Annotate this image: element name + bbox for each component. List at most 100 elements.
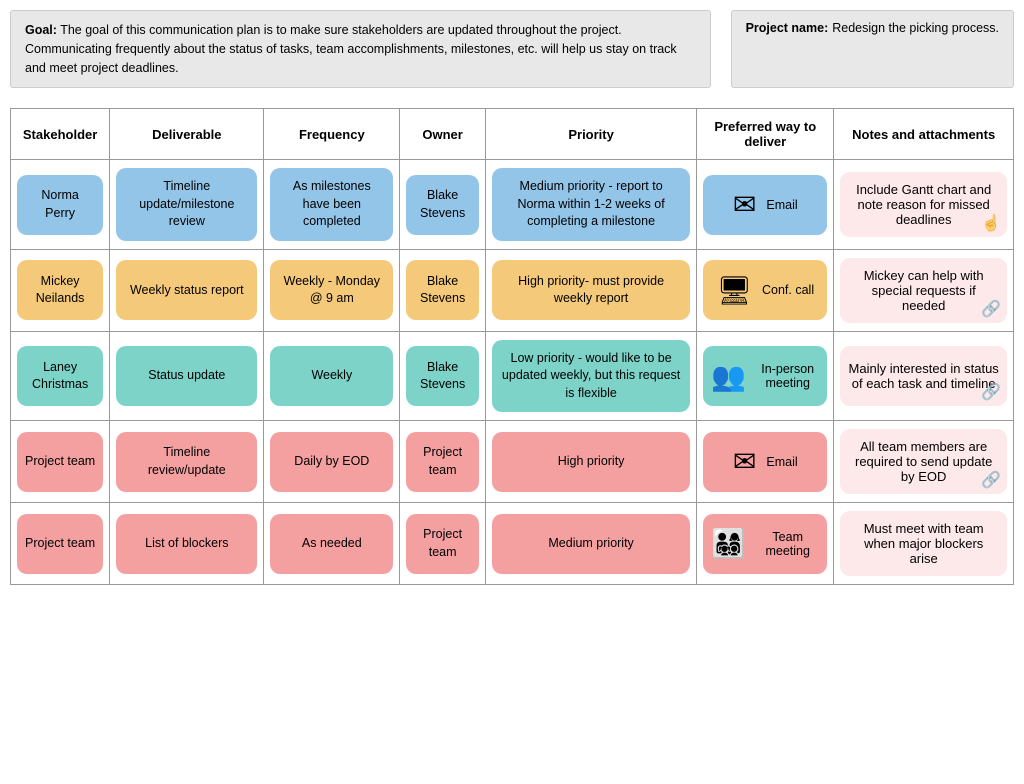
col-owner: Owner: [400, 109, 486, 160]
owner-card: Project team: [406, 514, 479, 574]
laptop-icon: 🖥: [716, 274, 752, 307]
stakeholder-cell: Norma Perry: [11, 160, 110, 250]
project-name-label: Project name:: [746, 21, 829, 35]
frequency-cell: Daily by EOD: [264, 421, 400, 503]
owner-cell: Blake Stevens: [400, 160, 486, 250]
deliver-label: Email: [766, 455, 797, 469]
owner-cell: Project team: [400, 421, 486, 503]
priority-card: High priority: [492, 432, 690, 492]
owner-card: Blake Stevens: [406, 346, 479, 406]
people-icon: 👥: [711, 360, 746, 393]
owner-card: Project team: [406, 432, 479, 492]
notes-text: Include Gantt chart and note reason for …: [848, 182, 999, 227]
deliver-cell: ✉ Email: [697, 160, 834, 250]
notes-card: Mickey can help with special requests if…: [840, 258, 1007, 323]
owner-cell: Blake Stevens: [400, 249, 486, 331]
priority-card: High priority- must provide weekly repor…: [492, 260, 690, 320]
stakeholder-cell: Project team: [11, 503, 110, 585]
notes-text: Mainly interested in status of each task…: [848, 361, 999, 391]
communication-table: Stakeholder Deliverable Frequency Owner …: [10, 108, 1014, 585]
deliver-card: 👥 In-person meeting: [703, 346, 827, 406]
deliver-card: 🖥 Conf. call: [703, 260, 827, 320]
col-deliver: Preferred way to deliver: [697, 109, 834, 160]
stakeholder-cell: Mickey Neilands: [11, 249, 110, 331]
deliverable-card: Timeline update/milestone review: [116, 168, 257, 241]
stakeholder-card: Project team: [17, 514, 103, 574]
frequency-cell: Weekly - Monday @ 9 am: [264, 249, 400, 331]
deliverable-cell: Timeline review/update: [110, 421, 264, 503]
notes-text: Mickey can help with special requests if…: [848, 268, 999, 313]
frequency-cell: As needed: [264, 503, 400, 585]
deliverable-card: List of blockers: [116, 514, 257, 574]
goal-box: Goal: The goal of this communication pla…: [10, 10, 711, 88]
deliver-label: Team meeting: [756, 530, 819, 558]
notes-cell: Include Gantt chart and note reason for …: [834, 160, 1014, 250]
table-row: Laney Christmas Status update Weekly Bla…: [11, 331, 1014, 421]
deliverable-card: Timeline review/update: [116, 432, 257, 492]
hand-icon: ☝: [981, 213, 1001, 233]
deliver-label: Conf. call: [762, 283, 814, 297]
col-stakeholder: Stakeholder: [11, 109, 110, 160]
priority-card: Low priority - would like to be updated …: [492, 340, 690, 413]
frequency-card: Daily by EOD: [270, 432, 393, 492]
priority-cell: Medium priority: [486, 503, 697, 585]
link-icon: 🔗: [981, 299, 1001, 319]
email-icon: ✉: [733, 445, 756, 478]
goal-label: Goal:: [25, 23, 57, 37]
owner-cell: Project team: [400, 503, 486, 585]
deliver-cell: 👨‍👩‍👧‍👦 Team meeting: [697, 503, 834, 585]
deliver-cell: ✉ Email: [697, 421, 834, 503]
stakeholder-cell: Laney Christmas: [11, 331, 110, 421]
project-name-value: Redesign the picking process.: [832, 21, 999, 35]
notes-cell: All team members are required to send up…: [834, 421, 1014, 503]
priority-cell: High priority: [486, 421, 697, 503]
frequency-cell: As milestones have been completed: [264, 160, 400, 250]
table-row: Project team Timeline review/update Dail…: [11, 421, 1014, 503]
notes-cell: Must meet with team when major blockers …: [834, 503, 1014, 585]
deliverable-card: Weekly status report: [116, 260, 257, 320]
stakeholder-card: Project team: [17, 432, 103, 492]
header-section: Goal: The goal of this communication pla…: [10, 10, 1014, 88]
table-row: Project team List of blockers As needed …: [11, 503, 1014, 585]
col-priority: Priority: [486, 109, 697, 160]
project-name-box: Project name: Redesign the picking proce…: [731, 10, 1014, 88]
notes-card: Must meet with team when major blockers …: [840, 511, 1007, 576]
col-deliverable: Deliverable: [110, 109, 264, 160]
table-row: Mickey Neilands Weekly status report Wee…: [11, 249, 1014, 331]
deliver-card: ✉ Email: [703, 175, 827, 235]
notes-card: Mainly interested in status of each task…: [840, 346, 1007, 406]
owner-card: Blake Stevens: [406, 175, 479, 235]
stakeholder-card: Norma Perry: [17, 175, 103, 235]
notes-cell: Mickey can help with special requests if…: [834, 249, 1014, 331]
stakeholder-card: Mickey Neilands: [17, 260, 103, 320]
table-row: Norma Perry Timeline update/milestone re…: [11, 160, 1014, 250]
notes-cell: Mainly interested in status of each task…: [834, 331, 1014, 421]
col-frequency: Frequency: [264, 109, 400, 160]
link-icon: 🔗: [981, 470, 1001, 490]
priority-card: Medium priority: [492, 514, 690, 574]
frequency-cell: Weekly: [264, 331, 400, 421]
deliverable-cell: Timeline update/milestone review: [110, 160, 264, 250]
group-icon: 👨‍👩‍👧‍👦: [711, 527, 746, 560]
owner-cell: Blake Stevens: [400, 331, 486, 421]
deliverable-cell: Status update: [110, 331, 264, 421]
priority-cell: Low priority - would like to be updated …: [486, 331, 697, 421]
deliver-card: 👨‍👩‍👧‍👦 Team meeting: [703, 514, 827, 574]
deliverable-cell: Weekly status report: [110, 249, 264, 331]
deliver-card: ✉ Email: [703, 432, 827, 492]
notes-card: All team members are required to send up…: [840, 429, 1007, 494]
deliver-label: Email: [766, 198, 797, 212]
frequency-card: As milestones have been completed: [270, 168, 393, 241]
deliverable-card: Status update: [116, 346, 257, 406]
deliver-cell: 👥 In-person meeting: [697, 331, 834, 421]
email-icon: ✉: [733, 188, 756, 221]
notes-card: Include Gantt chart and note reason for …: [840, 172, 1007, 237]
col-notes: Notes and attachments: [834, 109, 1014, 160]
frequency-card: As needed: [270, 514, 393, 574]
notes-text: Must meet with team when major blockers …: [848, 521, 999, 566]
stakeholder-card: Laney Christmas: [17, 346, 103, 406]
deliver-label: In-person meeting: [756, 362, 819, 390]
stakeholder-cell: Project team: [11, 421, 110, 503]
priority-cell: Medium priority - report to Norma within…: [486, 160, 697, 250]
link-icon: 🔗: [981, 382, 1001, 402]
